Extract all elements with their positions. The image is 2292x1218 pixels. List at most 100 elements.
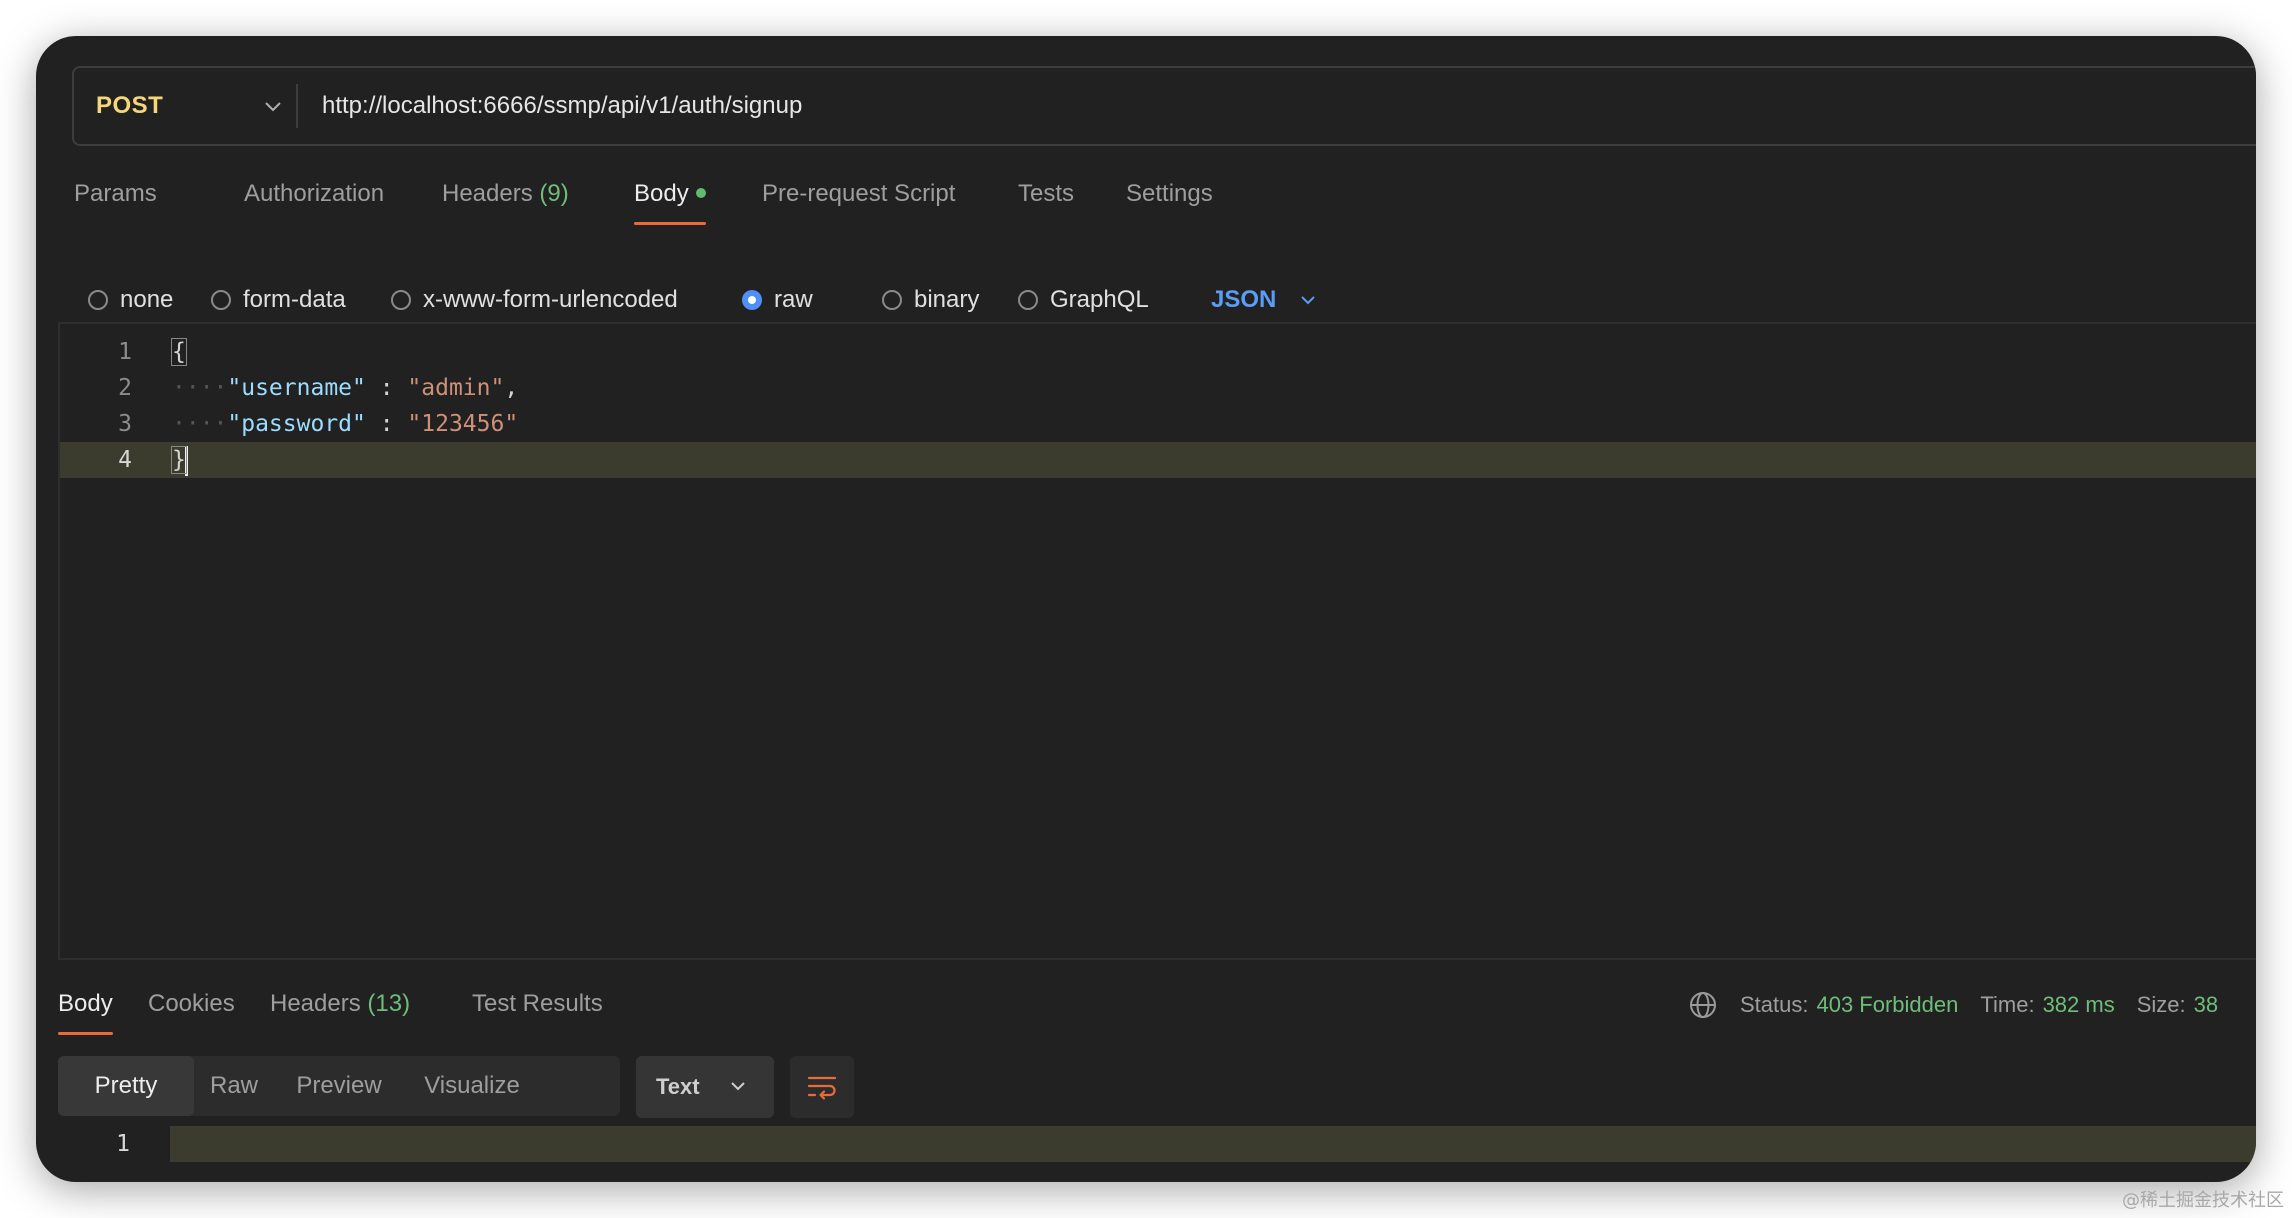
radio-label: raw <box>774 286 813 313</box>
tab-label: Test Results <box>472 990 603 1017</box>
response-format-select[interactable]: Text <box>636 1056 774 1118</box>
radio-circle[interactable] <box>1018 290 1038 310</box>
body-language-select[interactable]: JSON <box>1211 286 1318 314</box>
view-visualize-button[interactable]: Visualize <box>404 1056 540 1116</box>
response-tab-test-results[interactable]: Test Results <box>472 990 603 1018</box>
tab-authorization[interactable]: Authorization <box>244 180 384 208</box>
indent-whitespace: ···· <box>172 375 228 401</box>
tab-label: Headers <box>442 180 533 207</box>
view-mode-label: Visualize <box>424 1072 520 1099</box>
postman-window: POST Params Authorization Headers (9) Bo… <box>36 36 2256 1182</box>
request-body-editor[interactable]: 1 { 2 ····"username" : "admin", 3 ····"p… <box>58 322 2256 960</box>
radio-circle[interactable] <box>882 290 902 310</box>
tab-label: Cookies <box>148 990 235 1017</box>
globe-icon[interactable] <box>1688 990 1718 1020</box>
view-preview-button[interactable]: Preview <box>274 1056 404 1116</box>
radio-circle[interactable] <box>88 290 108 310</box>
status-indicator[interactable]: Status: 403 Forbidden <box>1740 992 1958 1018</box>
tab-pre-request-script[interactable]: Pre-request Script <box>762 180 955 208</box>
active-tab-underline <box>58 1032 113 1035</box>
time-indicator[interactable]: Time: 382 ms <box>1980 992 2114 1018</box>
tab-count: (13) <box>367 990 411 1017</box>
code-text: ····"password" : "123456" <box>172 406 518 442</box>
view-mode-label: Preview <box>296 1072 382 1099</box>
radio-graphql[interactable]: GraphQL <box>1018 286 1149 314</box>
response-tab-cookies[interactable]: Cookies <box>148 990 235 1018</box>
json-comma: , <box>504 375 519 401</box>
radio-label: x-www-form-urlencoded <box>423 286 678 313</box>
view-mode-label: Pretty <box>94 1072 158 1099</box>
response-view-modes: Pretty Raw Preview Visualize <box>58 1056 620 1116</box>
radio-circle[interactable] <box>211 290 231 310</box>
format-label: Text <box>656 1074 700 1099</box>
tab-label: Pre-request Script <box>762 180 956 207</box>
json-separator: : <box>365 411 408 437</box>
chevron-down-icon <box>265 102 281 112</box>
response-tab-headers[interactable]: Headers (13) <box>270 990 410 1018</box>
tab-headers[interactable]: Headers (9) <box>442 180 569 208</box>
tab-label: Params <box>74 180 157 207</box>
time-value: 382 ms <box>2042 992 2115 1017</box>
view-raw-button[interactable]: Raw <box>194 1056 274 1116</box>
tab-params[interactable]: Params <box>74 180 157 208</box>
text-cursor <box>184 445 188 476</box>
code-line: 2 ····"username" : "admin", <box>60 370 2256 406</box>
tab-label: Tests <box>1018 180 1075 207</box>
response-tab-body[interactable]: Body <box>58 990 113 1035</box>
radio-label: form-data <box>243 286 346 313</box>
radio-raw[interactable]: raw <box>742 286 813 314</box>
json-key: "username" <box>227 375 366 401</box>
radio-none[interactable]: none <box>88 286 173 314</box>
size-indicator[interactable]: Size: 38 <box>2137 992 2218 1018</box>
size-label: Size: <box>2136 992 2186 1017</box>
method-select[interactable]: POST <box>96 68 281 144</box>
radio-x-www-form-urlencoded[interactable]: x-www-form-urlencoded <box>391 286 678 314</box>
response-status-bar: Status: 403 Forbidden Time: 382 ms Size: 38 <box>1688 990 2240 1020</box>
json-separator: : <box>365 375 408 401</box>
chevron-down-icon <box>1301 296 1316 305</box>
json-key: "password" <box>227 411 366 437</box>
tab-label: Body <box>634 180 689 207</box>
active-tab-underline <box>634 222 706 225</box>
tab-settings[interactable]: Settings <box>1126 180 1213 208</box>
tab-label: Headers <box>270 990 361 1017</box>
radio-label: binary <box>914 286 980 313</box>
code-brace-open: { <box>171 338 187 366</box>
code-line: 3 ····"password" : "123456" <box>60 406 2256 442</box>
line-number: 3 <box>118 411 132 437</box>
radio-form-data[interactable]: form-data <box>211 286 346 314</box>
radio-binary[interactable]: binary <box>882 286 979 314</box>
current-line-highlight <box>170 1126 2256 1162</box>
chevron-down-icon <box>731 1082 745 1091</box>
line-number: 4 <box>118 447 132 473</box>
tab-label: Authorization <box>244 180 385 207</box>
wrap-lines-button[interactable] <box>790 1056 854 1118</box>
radio-label: none <box>120 286 174 313</box>
watermark: @稀土掘金技术社区 <box>2122 1190 2284 1211</box>
response-body-viewer[interactable]: 1 <box>58 1126 2256 1166</box>
code-line: 1 { <box>60 334 2256 370</box>
radio-circle[interactable] <box>391 290 411 310</box>
code-brace-close: } <box>171 446 187 474</box>
code-text: } <box>171 442 188 478</box>
indent-whitespace: ···· <box>172 411 228 437</box>
url-input[interactable] <box>312 68 2112 144</box>
line-number: 1 <box>118 339 132 365</box>
tab-body[interactable]: Body <box>634 180 706 225</box>
tab-label: Settings <box>1126 180 1213 207</box>
time-label: Time: <box>1980 992 2035 1017</box>
tab-label: Body <box>58 990 113 1017</box>
line-number: 2 <box>118 375 132 401</box>
view-mode-label: Raw <box>209 1072 258 1099</box>
code-text: { <box>171 334 187 370</box>
code-line-current: 1 <box>58 1126 2256 1162</box>
url-divider <box>296 84 298 128</box>
tab-count: (9) <box>539 180 569 207</box>
radio-circle-checked[interactable] <box>742 290 762 310</box>
view-pretty-button[interactable]: Pretty <box>58 1056 194 1116</box>
code-line-current: 4 } <box>60 442 2256 478</box>
wrap-lines-icon <box>807 1076 837 1100</box>
language-label: JSON <box>1211 286 1277 313</box>
tab-tests[interactable]: Tests <box>1018 180 1074 208</box>
request-url-bar: POST <box>72 66 2256 146</box>
